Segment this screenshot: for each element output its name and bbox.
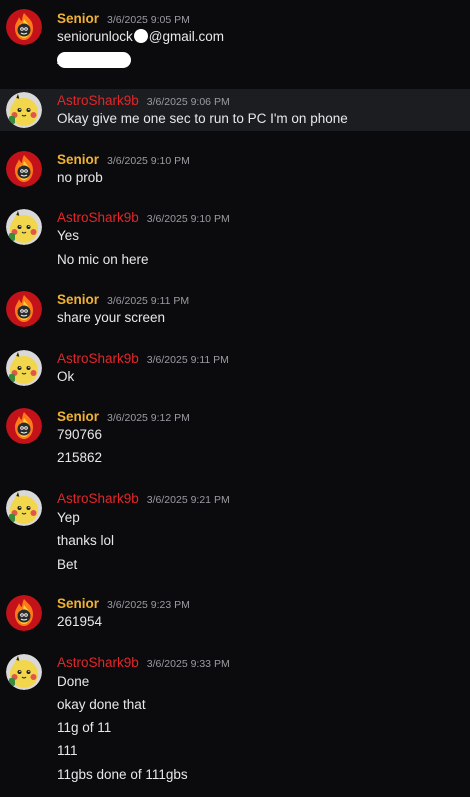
- flame-ball-avatar[interactable]: [6, 408, 42, 444]
- email-suffix: @gmail.com: [148, 29, 225, 44]
- timestamp: 3/6/2025 9:21 PM: [146, 494, 230, 506]
- username[interactable]: AstroShark9b: [57, 655, 139, 670]
- message-group: AstroShark9b 3/6/2025 9:10 PM Yes No mic …: [0, 199, 470, 277]
- timestamp: 3/6/2025 9:33 PM: [146, 658, 230, 670]
- message-text: Bet: [57, 557, 78, 572]
- message-group: AstroShark9b 3/6/2025 9:33 PM Done okay d…: [0, 644, 470, 794]
- username[interactable]: AstroShark9b: [57, 351, 139, 366]
- message-text: Yep: [57, 510, 80, 525]
- message-text: okay done that: [57, 697, 146, 712]
- message-text: thanks lol: [57, 533, 115, 548]
- timestamp: 3/6/2025 9:06 PM: [146, 96, 230, 108]
- pikachu-avatar[interactable]: [6, 350, 42, 386]
- redaction-dot-icon: [133, 29, 148, 43]
- message-text: No mic on here: [57, 252, 149, 267]
- message-text: Done: [57, 674, 90, 689]
- username[interactable]: Senior: [57, 11, 99, 26]
- message-list: Senior 3/6/2025 9:05 PM seniorunlock @gmai…: [0, 0, 470, 797]
- message-text: 790766: [57, 427, 103, 442]
- message-group: AstroShark9b 3/6/2025 9:21 PM Yep thanks …: [0, 480, 470, 580]
- timestamp: 3/6/2025 9:11 PM: [146, 354, 229, 366]
- message-header: Senior 3/6/2025 9:11 PM: [57, 291, 189, 309]
- message-header: Senior 3/6/2025 9:23 PM: [57, 595, 190, 613]
- username[interactable]: AstroShark9b: [57, 210, 139, 225]
- message-header: AstroShark9b 3/6/2025 9:06 PM: [57, 92, 230, 110]
- username[interactable]: Senior: [57, 152, 99, 167]
- pikachu-avatar[interactable]: [6, 654, 42, 690]
- email-prefix: seniorunlock: [57, 29, 133, 44]
- message-text: 111: [57, 743, 78, 758]
- message-group: AstroShark9b 3/6/2025 9:06 PM Okay give m…: [0, 89, 470, 131]
- username[interactable]: Senior: [57, 409, 99, 424]
- pikachu-avatar[interactable]: [6, 92, 42, 128]
- message-header: AstroShark9b 3/6/2025 9:21 PM: [57, 490, 230, 508]
- message-group: Senior 3/6/2025 9:23 PM 261954: [0, 585, 470, 635]
- username[interactable]: Senior: [57, 596, 99, 611]
- flame-ball-avatar[interactable]: [6, 291, 42, 327]
- flame-ball-avatar[interactable]: [6, 151, 42, 187]
- message-text: 215862: [57, 450, 103, 465]
- message-group: Senior 3/6/2025 9:12 PM 790766 215862: [0, 398, 470, 476]
- message-header: Senior 3/6/2025 9:05 PM: [57, 10, 190, 28]
- timestamp: 3/6/2025 9:12 PM: [107, 412, 190, 424]
- message-group: AstroShark9b 3/6/2025 9:11 PM Ok: [0, 340, 470, 390]
- timestamp: 3/6/2025 9:10 PM: [146, 213, 230, 225]
- message-text: Ok: [57, 369, 75, 384]
- timestamp: 3/6/2025 9:23 PM: [107, 599, 190, 611]
- message-text: no prob: [57, 170, 103, 185]
- timestamp: 3/6/2025 9:05 PM: [107, 14, 190, 26]
- username[interactable]: AstroShark9b: [57, 491, 139, 506]
- flame-ball-avatar[interactable]: [6, 595, 42, 631]
- redaction-bar: [57, 52, 131, 68]
- message-header: AstroShark9b 3/6/2025 9:33 PM: [57, 654, 230, 672]
- message-text: 11g of 11: [57, 720, 112, 735]
- flame-ball-avatar[interactable]: [6, 9, 42, 45]
- pikachu-avatar[interactable]: [6, 209, 42, 245]
- message-text: share your screen: [57, 310, 166, 325]
- message-group: Senior 3/6/2025 9:10 PM no prob: [0, 141, 470, 191]
- message-header: AstroShark9b 3/6/2025 9:11 PM: [57, 350, 229, 368]
- message-text: 261954: [57, 614, 103, 629]
- message-text: Yes: [57, 228, 80, 243]
- message-text: Okay give me one sec to run to PC I'm on…: [57, 111, 348, 126]
- message-group: Senior 3/6/2025 9:11 PM share your screen: [0, 281, 470, 331]
- message-group: Senior 3/6/2025 9:05 PM seniorunlock @gmai…: [0, 0, 470, 85]
- username[interactable]: Senior: [57, 292, 99, 307]
- message-header: AstroShark9b 3/6/2025 9:10 PM: [57, 209, 230, 227]
- message-text: seniorunlock @gmail.com: [57, 29, 224, 44]
- message-header: Senior 3/6/2025 9:12 PM: [57, 408, 190, 426]
- pikachu-avatar[interactable]: [6, 490, 42, 526]
- timestamp: 3/6/2025 9:11 PM: [107, 295, 190, 307]
- username[interactable]: AstroShark9b: [57, 93, 139, 108]
- message-text: 11gbs done of 111gbs: [57, 767, 188, 782]
- timestamp: 3/6/2025 9:10 PM: [107, 155, 190, 167]
- message-header: Senior 3/6/2025 9:10 PM: [57, 151, 190, 169]
